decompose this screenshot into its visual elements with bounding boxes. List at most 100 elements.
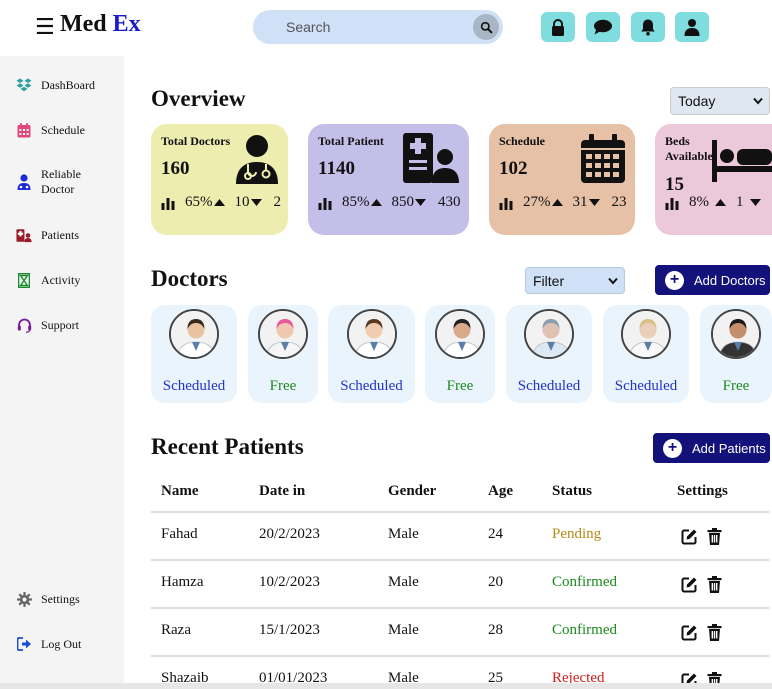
- trash-icon[interactable]: [707, 624, 722, 641]
- arrow-up-icon: [551, 199, 563, 206]
- search-bar[interactable]: Search: [253, 10, 503, 44]
- doctor-card[interactable]: Scheduled: [328, 305, 415, 403]
- doctor-icon: [236, 135, 278, 184]
- column-header-name: Name: [161, 483, 199, 499]
- stat-card-beds-available[interactable]: Beds Available 15 8% 1 2: [655, 124, 772, 235]
- doctor-icon: [16, 174, 32, 190]
- period-select-value: Today: [678, 93, 716, 109]
- lock-icon: [552, 18, 564, 36]
- patients-icon: [16, 227, 32, 243]
- cell-gender: Male: [388, 574, 419, 590]
- app-logo[interactable]: Med Ex: [60, 11, 141, 38]
- row-divider: [151, 655, 769, 657]
- column-header-status: Status: [552, 483, 593, 499]
- stat-card-total-patient[interactable]: Total Patient 1140 85% 850 430: [308, 124, 469, 235]
- sidebar-item-activity[interactable]: Activity: [16, 272, 80, 288]
- doctor-status: Free: [722, 378, 750, 394]
- messages-button[interactable]: [586, 12, 620, 42]
- doctor-card[interactable]: Scheduled: [151, 305, 237, 403]
- bar-chart-icon: [665, 197, 679, 210]
- logo-text-med: Med: [60, 11, 107, 37]
- sidebar-item-settings[interactable]: Settings: [16, 591, 80, 607]
- horizontal-scrollbar[interactable]: [0, 683, 772, 689]
- doctors-filter-select[interactable]: Filter: [525, 267, 625, 294]
- doctor-avatar: [711, 309, 761, 359]
- trash-icon[interactable]: [707, 528, 722, 545]
- user-icon: [684, 19, 700, 36]
- edit-icon[interactable]: [681, 528, 698, 545]
- arrow-down-icon: [588, 199, 600, 206]
- sidebar-item-logout[interactable]: Log Out: [16, 636, 81, 652]
- doctor-avatar: [621, 309, 671, 359]
- doctors-title: Doctors: [151, 266, 228, 291]
- column-header-gender: Gender: [388, 483, 437, 499]
- trash-icon[interactable]: [707, 576, 722, 593]
- sidebar: DashBoard Schedule Reliable Doctor Patie…: [0, 56, 124, 683]
- doctor-card[interactable]: Scheduled: [603, 305, 689, 403]
- bar-chart-icon: [499, 197, 513, 210]
- cell-date: 10/2/2023: [259, 574, 320, 590]
- arrow-down-icon: [250, 199, 262, 206]
- recent-patients-title: Recent Patients: [151, 434, 304, 459]
- chat-icon: [594, 19, 612, 35]
- cell-age: 24: [488, 526, 503, 542]
- sidebar-item-label: Settings: [41, 591, 80, 606]
- bar-chart-icon: [161, 197, 175, 210]
- arrow-up-icon: [715, 199, 726, 206]
- search-button[interactable]: [473, 14, 499, 40]
- profile-button[interactable]: [675, 12, 709, 42]
- dropbox-icon: [16, 77, 32, 93]
- column-header-date-in: Date in: [259, 483, 306, 499]
- calendar-icon: [581, 134, 625, 183]
- add-doctors-label: Add Doctors: [694, 272, 766, 288]
- sidebar-item-support[interactable]: Support: [16, 317, 79, 333]
- doctor-card[interactable]: Free: [700, 305, 772, 403]
- search-input[interactable]: Search: [286, 19, 330, 35]
- arrow-down-icon: [415, 199, 426, 206]
- sidebar-item-label: Schedule: [41, 122, 85, 137]
- period-select[interactable]: Today: [670, 87, 770, 115]
- stat-card-trend: 85% 850 430: [318, 194, 461, 211]
- doctor-status: Free: [446, 378, 474, 394]
- chevron-down-icon: [608, 277, 618, 284]
- doctor-status: Scheduled: [340, 378, 403, 394]
- sidebar-item-label: Activity: [41, 272, 81, 287]
- doctor-avatar: [346, 309, 397, 359]
- doctor-card[interactable]: Scheduled: [506, 305, 592, 403]
- stat-card-title: Total Doctors: [161, 134, 231, 148]
- sidebar-item-schedule[interactable]: Schedule: [16, 122, 85, 138]
- stat-card-value: 15: [665, 174, 684, 195]
- add-patients-button[interactable]: + Add Patients: [653, 433, 770, 463]
- top-bar: ☰ Med Ex Search: [0, 0, 772, 56]
- add-doctors-button[interactable]: + Add Doctors: [655, 265, 770, 295]
- sidebar-item-reliable-doctor[interactable]: Reliable Doctor: [16, 167, 101, 197]
- column-header-settings: Settings: [677, 483, 728, 499]
- doctor-status: Free: [269, 378, 297, 394]
- stat-card-up-count: 10: [234, 194, 250, 210]
- stat-card-trend: 8% 1 2: [665, 194, 772, 211]
- doctor-avatar: [258, 309, 308, 359]
- sidebar-item-dashboard[interactable]: DashBoard: [16, 77, 95, 93]
- overview-title: Overview: [151, 86, 246, 111]
- stat-card-percent: 8%: [689, 194, 709, 210]
- stat-card-total-doctors[interactable]: Total Doctors 160 65% 10 2: [151, 124, 288, 235]
- arrow-up-icon: [370, 199, 382, 206]
- notifications-button[interactable]: [631, 12, 665, 42]
- edit-icon[interactable]: [681, 576, 698, 593]
- bar-chart-icon: [318, 197, 332, 210]
- lock-button[interactable]: [541, 12, 575, 42]
- filter-select-value: Filter: [533, 272, 565, 289]
- cell-gender: Male: [388, 622, 419, 638]
- headset-icon: [16, 317, 32, 333]
- menu-icon[interactable]: ☰: [35, 15, 55, 40]
- bell-icon: [641, 19, 655, 36]
- row-divider: [151, 559, 769, 561]
- stat-card-percent: 65%: [185, 194, 213, 210]
- sidebar-item-patients[interactable]: Patients: [16, 227, 79, 243]
- edit-icon[interactable]: [681, 624, 698, 641]
- doctor-card[interactable]: Free: [425, 305, 495, 403]
- stat-card-down-count: 430: [438, 194, 461, 210]
- stat-card-up-count: 850: [391, 194, 415, 210]
- doctor-card[interactable]: Free: [248, 305, 318, 403]
- stat-card-schedule[interactable]: Schedule 102 27% 31 23: [489, 124, 635, 235]
